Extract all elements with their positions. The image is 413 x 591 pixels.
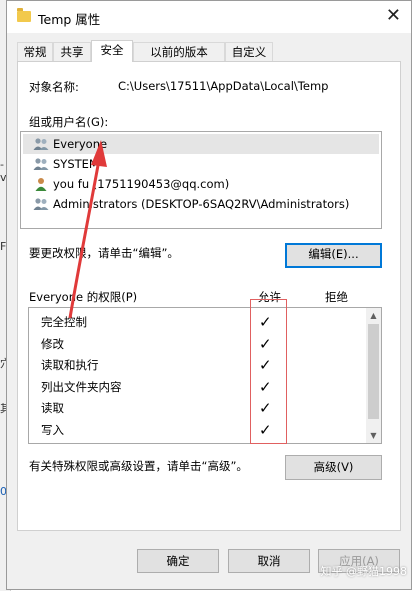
advanced-button[interactable]: 高级(V): [285, 455, 382, 480]
tab-customize[interactable]: 自定义: [225, 42, 273, 61]
perm-name: 修改: [41, 336, 64, 351]
scroll-down-icon[interactable]: ▼: [366, 428, 381, 443]
users-group-icon: [33, 158, 49, 170]
user-name: SYSTEM: [53, 157, 99, 171]
edit-button[interactable]: 编辑(E)...: [285, 243, 382, 268]
user-row-administrators[interactable]: Administrators (DESKTOP-6SAQ2RV\Administ…: [23, 194, 379, 214]
perm-name: 读取: [41, 401, 64, 415]
perm-name: 写入: [41, 422, 64, 437]
permissions-label: Everyone 的权限(P): [29, 290, 138, 304]
users-group-icon: [33, 198, 49, 210]
user-name: Administrators (DESKTOP-6SAQ2RV\Administ…: [53, 197, 350, 211]
allow-column-highlight: [250, 299, 287, 444]
perm-row-modify: 修改 ✓: [29, 334, 363, 356]
ok-button[interactable]: 确定: [137, 549, 219, 573]
permissions-scrollbar[interactable]: ▲ ▼: [366, 308, 381, 443]
watermark: 知乎 @野猫1998: [320, 565, 408, 578]
perm-row-read: 读取 ✓: [29, 398, 363, 420]
deny-column-header: 拒绝: [325, 290, 348, 304]
tab-sharing[interactable]: 共享: [53, 42, 91, 61]
permissions-list: 完全控制 ✓ 修改 ✓ 读取和执行 ✓ 列出文件夹内容 ✓ 读取 ✓ 写入 ✓ …: [28, 307, 382, 444]
advanced-hint: 有关特殊权限或高级设置，请单击“高级”。: [29, 459, 248, 473]
group-user-label: 组或用户名(G):: [29, 115, 109, 129]
close-icon[interactable]: ✕: [386, 5, 401, 27]
perm-row-write: 写入 ✓: [29, 420, 363, 442]
scroll-up-icon[interactable]: ▲: [366, 308, 381, 323]
perm-row-read-execute: 读取和执行 ✓: [29, 355, 363, 377]
title-bar: Temp 属性 ✕: [7, 1, 411, 33]
user-row-system[interactable]: SYSTEM: [23, 154, 379, 174]
user-row-you-fu[interactable]: you fu (1751190453@qq.com): [23, 174, 379, 194]
perm-name: 完全控制: [41, 315, 87, 329]
user-row-everyone[interactable]: Everyone: [23, 134, 379, 154]
user-name: you fu (1751190453@qq.com): [53, 177, 230, 191]
window-title: Temp 属性: [38, 12, 101, 27]
tab-general[interactable]: 常规: [17, 42, 53, 61]
perm-row-full-control: 完全控制 ✓: [29, 312, 363, 334]
user-name: Everyone: [53, 137, 108, 151]
perm-name: 读取和执行: [41, 358, 99, 372]
user-list: Everyone SYSTEM you fu (1751190453@qq.co…: [20, 131, 382, 229]
scroll-thumb[interactable]: [368, 324, 379, 419]
object-name-value: C:\Users\17511\AppData\Local\Temp: [118, 79, 329, 93]
perm-name: 列出文件夹内容: [41, 379, 122, 394]
perm-row-list-folder: 列出文件夹内容 ✓: [29, 377, 363, 399]
change-permissions-hint: 要更改权限，请单击“编辑”。: [29, 246, 179, 260]
object-name-label: 对象名称:: [29, 80, 79, 94]
cancel-button[interactable]: 取消: [228, 549, 310, 573]
tab-security[interactable]: 安全: [91, 40, 133, 62]
user-icon: [35, 178, 47, 191]
users-group-icon: [33, 138, 49, 150]
folder-icon: [17, 8, 31, 22]
tab-previous-versions[interactable]: 以前的版本: [133, 42, 225, 61]
